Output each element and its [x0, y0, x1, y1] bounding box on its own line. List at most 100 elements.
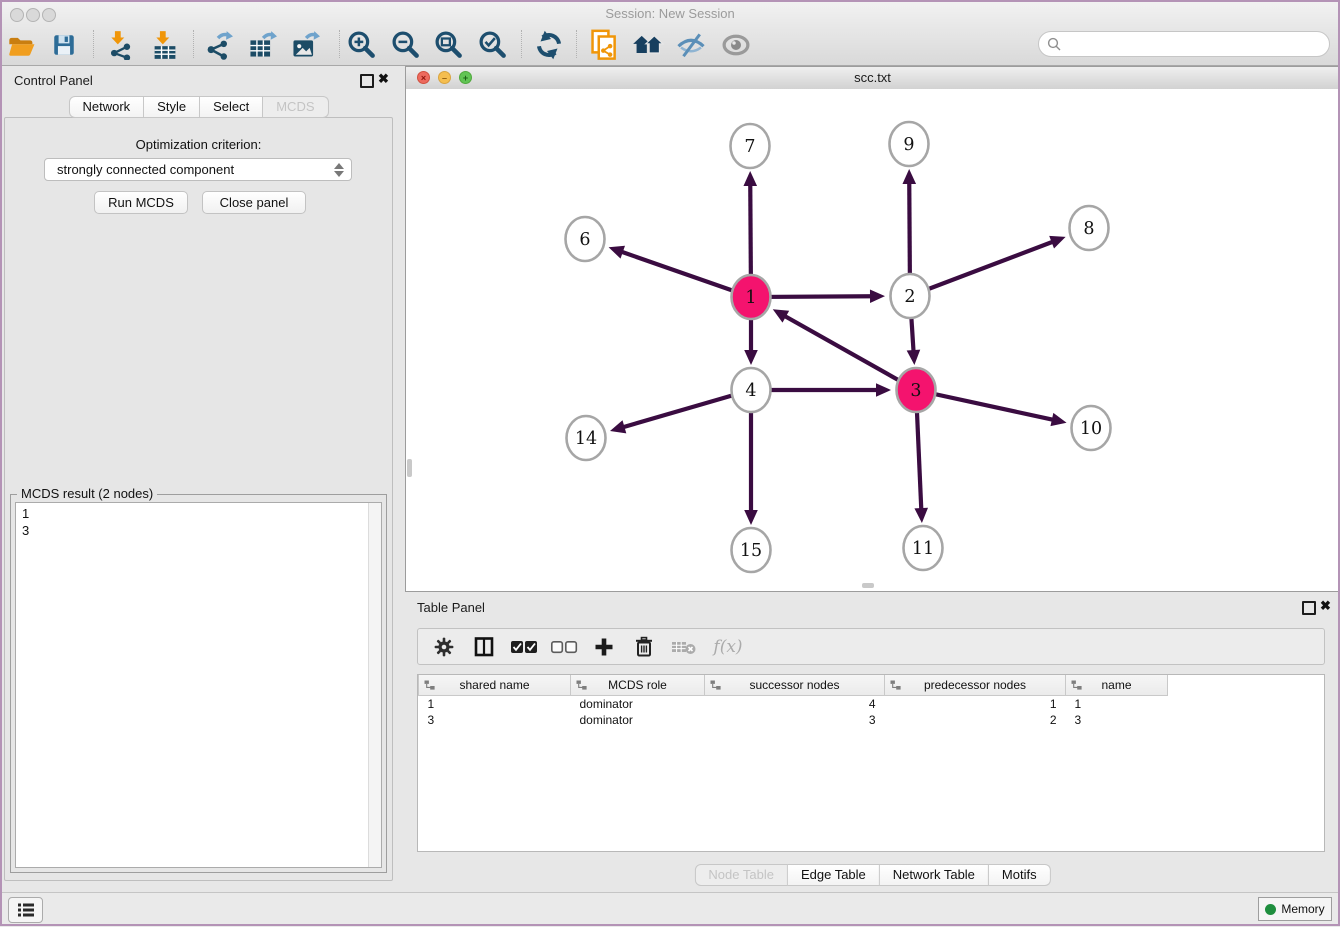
graph-node-1[interactable]: 1: [732, 275, 771, 319]
import-network-icon[interactable]: [102, 26, 138, 64]
app-header: Session: New Session: [0, 0, 1340, 66]
result-scrollbar[interactable]: [368, 503, 381, 867]
tab-motifs[interactable]: Motifs: [989, 864, 1051, 886]
table-cell[interactable]: 1: [885, 696, 1066, 713]
vertical-scrollbar-handle[interactable]: [407, 459, 412, 477]
graph-node-6[interactable]: 6: [566, 217, 605, 261]
toolbar-separator: [193, 30, 194, 58]
deselect-all-checkboxes-icon[interactable]: [546, 632, 582, 662]
delete-row-icon[interactable]: [626, 632, 662, 662]
table-settings-icon[interactable]: [426, 632, 462, 662]
tab-style[interactable]: Style: [144, 96, 200, 118]
column-header-predecessor-nodes[interactable]: predecessor nodes: [885, 675, 1066, 696]
app-title: Session: New Session: [0, 6, 1340, 21]
graph-edge-1-6[interactable]: [609, 246, 751, 297]
show-graphics-details-icon[interactable]: [718, 26, 754, 64]
tab-node-table[interactable]: Node Table: [694, 864, 788, 886]
import-table-icon[interactable]: [147, 26, 183, 64]
zoom-fit-icon[interactable]: [431, 26, 467, 64]
refresh-icon[interactable]: [531, 26, 567, 64]
graph-edge-3-1[interactable]: [773, 309, 916, 390]
table-cell[interactable]: 1: [1066, 696, 1168, 713]
control-panel-tabs: NetworkStyleSelectMCDS: [68, 96, 328, 118]
horizontal-scrollbar-handle[interactable]: [862, 583, 874, 588]
toolbar-separator: [521, 30, 522, 58]
table-cell[interactable]: dominator: [571, 712, 705, 728]
tab-network[interactable]: Network: [68, 96, 144, 118]
memory-button[interactable]: Memory: [1258, 897, 1332, 921]
graph-node-11[interactable]: 11: [904, 526, 943, 570]
table-panel-title: Table Panel: [417, 600, 485, 615]
graph-node-15[interactable]: 15: [732, 528, 771, 572]
add-row-icon[interactable]: [586, 632, 622, 662]
export-image-icon[interactable]: [287, 26, 323, 64]
graph-edge-4-14[interactable]: [610, 390, 751, 433]
network-window-titlebar[interactable]: × – + scc.txt: [406, 67, 1339, 90]
graph-edge-2-8[interactable]: [910, 236, 1066, 296]
tab-select[interactable]: Select: [200, 96, 263, 118]
table-cell[interactable]: dominator: [571, 696, 705, 713]
network-canvas[interactable]: 7 9 6 8 1 2 4 3 14 10 15 11: [406, 89, 1339, 591]
graph-node-2[interactable]: 2: [891, 274, 930, 318]
column-header-shared-name[interactable]: shared name: [419, 675, 571, 696]
status-bar: Memory: [0, 892, 1340, 927]
table-panel-tabs: Node TableEdge TableNetwork TableMotifs: [694, 864, 1050, 886]
table-panel-float-icon[interactable]: [1302, 601, 1316, 615]
graph-node-9[interactable]: 9: [890, 122, 929, 166]
table-cell[interactable]: 3: [1066, 712, 1168, 728]
table-cell[interactable]: 1: [419, 696, 571, 713]
split-view-icon[interactable]: [466, 632, 502, 662]
graph-node-8[interactable]: 8: [1070, 206, 1109, 250]
export-network-icon[interactable]: [200, 26, 236, 64]
network-graph: 7 9 6 8 1 2 4 3 14 10 15 11: [406, 89, 1339, 591]
zoom-selected-icon[interactable]: [475, 26, 511, 64]
task-list-icon: [17, 902, 35, 918]
zoom-out-icon[interactable]: [388, 26, 424, 64]
export-table-icon[interactable]: [244, 26, 280, 64]
criterion-select[interactable]: strongly connected component: [44, 158, 352, 181]
control-panel-close-icon[interactable]: ✖: [378, 71, 389, 87]
column-header-successor-nodes[interactable]: successor nodes: [705, 675, 885, 696]
network-window-title: scc.txt: [406, 70, 1339, 85]
graph-node-4[interactable]: 4: [732, 368, 771, 412]
hide-graphics-details-icon[interactable]: [673, 26, 709, 64]
function-builder-icon[interactable]: f(x): [706, 632, 750, 662]
tab-network-table[interactable]: Network Table: [880, 864, 989, 886]
control-panel-float-icon[interactable]: [360, 74, 374, 88]
control-panel: Control Panel ✖ NetworkStyleSelectMCDS O…: [0, 66, 397, 882]
graph-edge-4-3[interactable]: [751, 383, 891, 397]
run-mcds-button[interactable]: Run MCDS: [94, 191, 188, 214]
graph-node-7[interactable]: 7: [731, 124, 770, 168]
ndex-browser-icon[interactable]: [630, 26, 666, 64]
table-cell[interactable]: 3: [705, 712, 885, 728]
column-header-MCDS-role[interactable]: MCDS role: [571, 675, 705, 696]
graph-node-14[interactable]: 14: [567, 416, 606, 460]
zoom-in-icon[interactable]: [344, 26, 380, 64]
table-row[interactable]: 1dominator411: [419, 696, 1168, 713]
graph-edge-3-10[interactable]: [916, 390, 1067, 426]
svg-text:11: 11: [912, 539, 934, 559]
close-panel-button[interactable]: Close panel: [202, 191, 306, 214]
tab-mcds[interactable]: MCDS: [263, 96, 328, 118]
table-row[interactable]: 3dominator323: [419, 712, 1168, 728]
node-table[interactable]: shared nameMCDS rolesuccessor nodesprede…: [417, 674, 1325, 852]
column-header-name[interactable]: name: [1066, 675, 1168, 696]
search-field[interactable]: [1038, 31, 1330, 57]
graph-node-3[interactable]: 3: [897, 368, 936, 412]
delete-table-icon[interactable]: [666, 632, 702, 662]
svg-text:15: 15: [740, 541, 762, 561]
open-folder-icon[interactable]: [4, 26, 40, 64]
table-cell[interactable]: 4: [705, 696, 885, 713]
svg-text:4: 4: [745, 381, 756, 401]
save-session-icon[interactable]: [46, 26, 82, 64]
search-input[interactable]: [1066, 36, 1329, 53]
table-cell[interactable]: 3: [419, 712, 571, 728]
open-ndex-network-icon[interactable]: [587, 26, 623, 64]
mcds-result-box[interactable]: 1 3: [15, 502, 382, 868]
select-all-checkboxes-icon[interactable]: [506, 632, 542, 662]
task-history-button[interactable]: [8, 897, 43, 923]
tab-edge-table[interactable]: Edge Table: [788, 864, 880, 886]
graph-node-10[interactable]: 10: [1072, 406, 1111, 450]
table-panel-close-icon[interactable]: ✖: [1320, 598, 1331, 614]
table-cell[interactable]: 2: [885, 712, 1066, 728]
